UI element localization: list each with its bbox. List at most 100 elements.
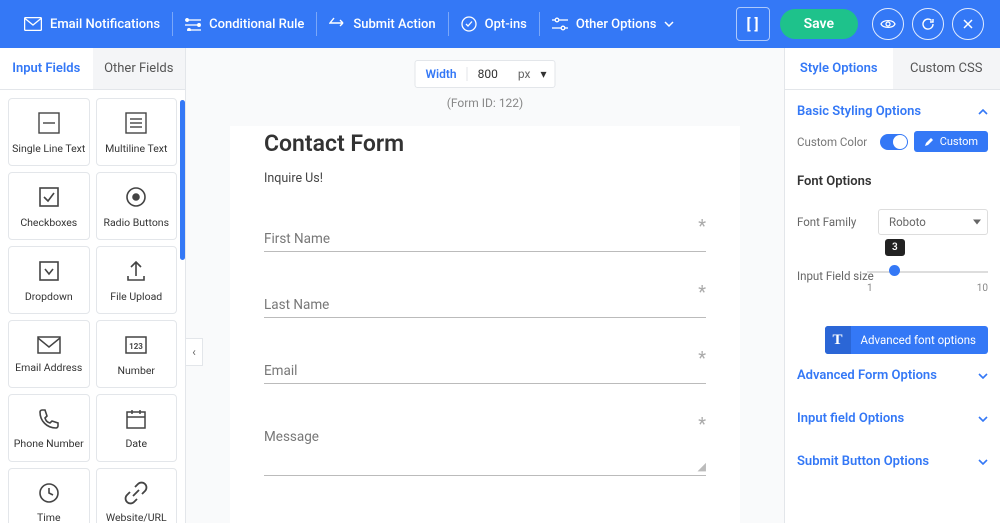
chevron-down-icon: [978, 373, 988, 379]
close-icon: [962, 18, 974, 30]
refresh-icon: [921, 17, 935, 31]
form-subtitle[interactable]: Inquire Us!: [264, 171, 706, 186]
left-panel: Input Fields Other Fields Single Line Te…: [0, 48, 186, 523]
tab-input-fields[interactable]: Input Fields: [0, 48, 93, 89]
chevron-left-icon: ‹: [192, 345, 196, 359]
number-icon: 123: [123, 332, 149, 358]
field-file-upload[interactable]: File Upload: [96, 246, 178, 314]
multiline-icon: [123, 110, 149, 136]
pencil-icon: [924, 137, 934, 147]
clock-icon: [37, 481, 61, 505]
field-message[interactable]: Message*◢: [264, 426, 706, 476]
required-icon: *: [698, 348, 706, 369]
field-dropdown[interactable]: Dropdown: [8, 246, 90, 314]
chevron-down-icon: [664, 21, 674, 27]
chevron-down-icon: [978, 459, 988, 465]
calendar-icon: [124, 407, 148, 431]
required-icon: *: [698, 216, 706, 237]
submit-icon: [329, 17, 345, 31]
width-control[interactable]: Width 800 px ▾: [414, 60, 555, 88]
field-website-url[interactable]: Website/URL: [96, 468, 178, 523]
font-options-heading: Font Options: [797, 174, 988, 189]
chevron-up-icon: [978, 109, 988, 115]
field-multiline-text[interactable]: Multiline Text: [96, 98, 178, 166]
field-first-name[interactable]: First Name*: [264, 228, 706, 252]
slider-track[interactable]: [867, 271, 988, 273]
field-phone-number[interactable]: Phone Number: [8, 394, 90, 462]
section-submit-button[interactable]: Submit Button Options: [797, 440, 988, 483]
form-preview[interactable]: Contact Form Inquire Us! First Name* Las…: [230, 126, 740, 523]
right-panel: Style Options Custom CSS Basic Styling O…: [784, 48, 1000, 523]
mail-icon: [24, 17, 42, 31]
nav-label: Opt-ins: [485, 17, 527, 32]
fields-grid: Single Line Text Multiline Text Checkbox…: [0, 90, 185, 523]
scrollbar[interactable]: [180, 100, 185, 260]
form-title[interactable]: Contact Form: [264, 130, 706, 157]
tab-style-options[interactable]: Style Options: [785, 48, 893, 89]
chevron-down-icon: [978, 416, 988, 422]
preview-button[interactable]: [872, 8, 904, 40]
section-basic-styling[interactable]: Basic Styling Options: [797, 90, 988, 133]
section-input-field[interactable]: Input field Options: [797, 397, 988, 440]
refresh-button[interactable]: [912, 8, 944, 40]
brackets-icon: [ ]: [747, 15, 759, 33]
text-icon: [36, 110, 62, 136]
advanced-font-options-button[interactable]: T Advanced font options: [825, 326, 988, 354]
field-last-name[interactable]: Last Name*: [264, 294, 706, 318]
tab-other-fields[interactable]: Other Fields: [93, 48, 186, 89]
nav-other-options[interactable]: Other Options: [540, 0, 687, 48]
nav-label: Submit Action: [353, 17, 435, 32]
save-button[interactable]: Save: [780, 9, 858, 39]
svg-text:123: 123: [129, 342, 143, 351]
slider-tooltip: 3: [885, 239, 905, 256]
checkbox-icon: [36, 184, 62, 210]
field-single-line-text[interactable]: Single Line Text: [8, 98, 90, 166]
width-label: Width: [415, 67, 467, 81]
field-checkboxes[interactable]: Checkboxes: [8, 172, 90, 240]
canvas: ‹ Width 800 px ▾ (Form ID: 122) Contact …: [186, 48, 784, 523]
chevron-down-icon[interactable]: ▾: [540, 67, 554, 81]
nav-opt-ins[interactable]: Opt-ins: [449, 0, 539, 48]
required-icon: *: [698, 282, 706, 303]
dropdown-icon: [36, 258, 62, 284]
section-advanced-form[interactable]: Advanced Form Options: [797, 354, 988, 397]
nav-conditional-rule[interactable]: Conditional Rule: [173, 0, 316, 48]
nav-email-notifications[interactable]: Email Notifications: [12, 0, 172, 48]
nav-label: Email Notifications: [50, 17, 160, 32]
eye-icon: [880, 18, 896, 30]
custom-color-button[interactable]: Custom: [914, 131, 988, 152]
shortcode-button[interactable]: [ ]: [736, 7, 770, 41]
optin-icon: [461, 16, 477, 32]
resize-handle-icon[interactable]: ◢: [698, 460, 706, 473]
font-family-label: Font Family: [797, 215, 856, 229]
upload-icon: [123, 258, 149, 284]
custom-color-toggle[interactable]: [880, 134, 908, 150]
nav-submit-action[interactable]: Submit Action: [317, 0, 447, 48]
input-size-slider[interactable]: Input Field size 3 110: [797, 269, 988, 284]
type-icon: T: [825, 326, 851, 354]
required-icon: *: [698, 414, 706, 435]
width-unit[interactable]: px: [508, 67, 541, 81]
nav-label: Other Options: [576, 17, 657, 32]
field-email-address[interactable]: Email Address: [8, 320, 90, 388]
radio-icon: [123, 184, 149, 210]
tab-custom-css[interactable]: Custom CSS: [893, 48, 1000, 89]
width-value[interactable]: 800: [468, 67, 508, 81]
collapse-left-panel[interactable]: ‹: [185, 338, 203, 366]
topbar: Email Notifications Conditional Rule Sub…: [0, 0, 1000, 48]
field-number[interactable]: 123Number: [96, 320, 178, 388]
field-time[interactable]: Time: [8, 468, 90, 523]
phone-icon: [37, 407, 61, 431]
chevron-down-icon: [973, 220, 981, 225]
close-button[interactable]: [952, 8, 984, 40]
field-date[interactable]: Date: [96, 394, 178, 462]
field-email[interactable]: Email*: [264, 360, 706, 384]
sliders-icon: [552, 17, 568, 31]
field-radio-buttons[interactable]: Radio Buttons: [96, 172, 178, 240]
link-icon: [124, 481, 148, 505]
email-icon: [36, 335, 62, 355]
font-family-select[interactable]: Roboto: [878, 209, 988, 235]
form-id-label: (Form ID: 122): [447, 96, 523, 110]
rule-icon: [185, 17, 201, 31]
slider-thumb[interactable]: [889, 265, 900, 276]
